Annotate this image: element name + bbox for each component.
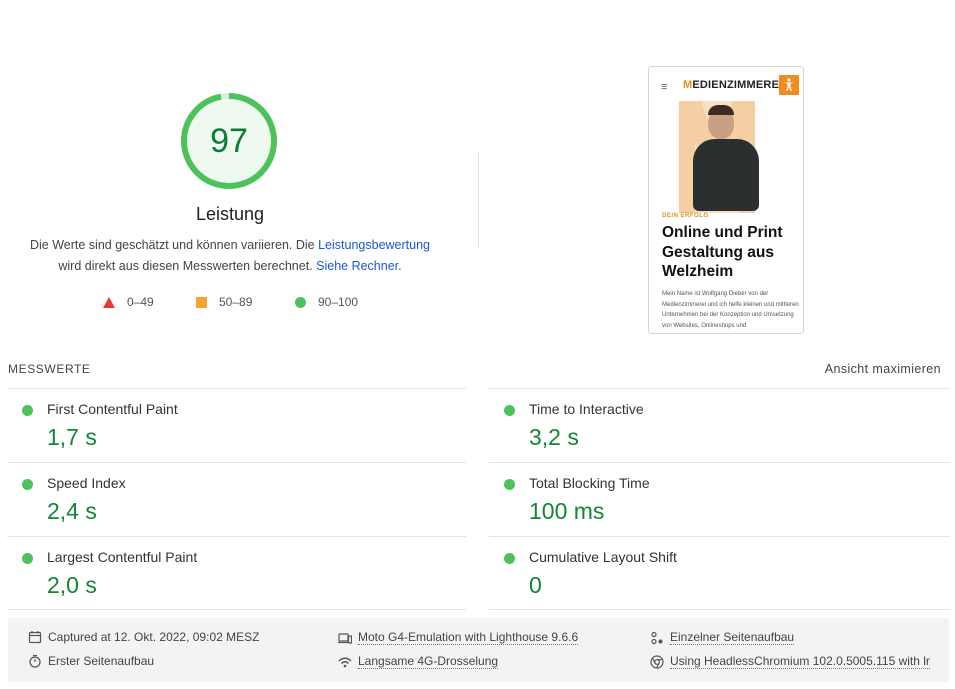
single-load-text: Einzelner Seitenaufbau [670, 630, 795, 645]
throttling-text: Langsame 4G-Drosselung [358, 654, 499, 669]
chrome-icon [650, 654, 664, 669]
metric-value: 100 ms [529, 498, 605, 524]
legend-average: 50–89 [196, 295, 252, 309]
timer-icon [29, 654, 41, 668]
divider [478, 152, 479, 248]
metric-title: Speed Index [47, 475, 126, 491]
footer-first-load: Erster Seitenaufbau [28, 654, 154, 668]
metric-value: 2,0 s [47, 572, 97, 598]
footer-throttling[interactable]: Langsame 4G-Drosselung [338, 654, 499, 669]
legend-pass-label: 90–100 [318, 295, 359, 309]
load-icon [651, 631, 663, 644]
device-text: Moto G4-Emulation with Lighthouse 9.6.6 [358, 630, 579, 645]
metric-first-contentful-paint: First Contentful Paint 1,7 s [7, 388, 466, 462]
legend-fail-label: 0–49 [127, 295, 154, 309]
accessibility-icon [779, 75, 799, 95]
square-icon [196, 296, 207, 308]
pass-circle-icon [504, 479, 515, 490]
devices-icon [338, 632, 352, 644]
metric-value: 3,2 s [529, 424, 579, 450]
performance-gauge: 97 [180, 92, 278, 190]
pass-circle-icon [22, 479, 33, 490]
thumb-brand-logo: MEDIENZIMMEREI [683, 79, 783, 91]
performance-title: Leistung [195, 204, 265, 224]
captured-text: Captured at 12. Okt. 2022, 09:02 MESZ [48, 630, 260, 644]
menu-icon: ≡ [661, 81, 668, 93]
metric-value: 2,4 s [47, 498, 97, 524]
thumb-header: ≡ MEDIENZIMMEREI [649, 67, 803, 105]
thumb-kicker: DEIN ERFOLG [662, 213, 709, 219]
link-leistungsbewertung[interactable]: Leistungsbewertung [318, 238, 430, 252]
metrics-grid: First Contentful Paint 1,7 s Speed Index… [7, 388, 950, 610]
metric-value: 0 [529, 572, 542, 598]
metric-title: First Contentful Paint [47, 401, 178, 417]
performance-score: 97 [210, 122, 248, 160]
final-screenshot-thumbnail[interactable]: ≡ MEDIENZIMMEREI DEIN ERFOLG Online und … [648, 66, 804, 334]
metrics-column-left: First Contentful Paint 1,7 s Speed Index… [7, 388, 466, 610]
footer-browser[interactable]: Using HeadlessChromium 102.0.5005.115 wi… [650, 654, 930, 669]
metric-cumulative-layout-shift: Cumulative Layout Shift 0 [489, 536, 950, 610]
performance-summary: 97 Leistung Die Werte sind geschätzt und… [0, 0, 955, 350]
metric-title: Total Blocking Time [529, 475, 650, 491]
thumb-person-hair [708, 105, 734, 115]
triangle-icon [103, 296, 115, 308]
metric-title: Time to Interactive [529, 401, 644, 417]
metric-title: Cumulative Layout Shift [529, 549, 677, 565]
metric-speed-index: Speed Index 2,4 s [7, 462, 466, 536]
footer-captured: Captured at 12. Okt. 2022, 09:02 MESZ [28, 630, 259, 644]
legend-fail: 0–49 [103, 295, 154, 309]
legend-pass: 90–100 [295, 295, 358, 309]
pass-circle-icon [22, 405, 33, 416]
desc-end: . [398, 259, 402, 273]
thumb-person [693, 139, 759, 211]
metric-total-blocking-time: Total Blocking Time 100 ms [489, 462, 950, 536]
pass-circle-icon [504, 405, 515, 416]
legend-average-label: 50–89 [219, 295, 253, 309]
performance-description: Die Werte sind geschätzt und können vari… [20, 235, 440, 277]
pass-circle-icon [22, 553, 33, 564]
metric-title: Largest Contentful Paint [47, 549, 198, 565]
runtime-settings: Captured at 12. Okt. 2022, 09:02 MESZ Er… [8, 618, 949, 682]
browser-text: Using HeadlessChromium 102.0.5005.115 wi… [670, 654, 930, 669]
metric-value: 1,7 s [47, 424, 97, 450]
first-load-text: Erster Seitenaufbau [48, 654, 155, 668]
desc-text-2: wird direkt aus diesen Messwerten berech… [58, 259, 317, 273]
thumb-body-text: Mein Name ist Wolfgang Dieber von der Me… [662, 291, 799, 329]
metric-time-to-interactive: Time to Interactive 3,2 s [489, 388, 950, 462]
metric-largest-contentful-paint: Largest Contentful Paint 2,0 s [7, 536, 466, 610]
footer-single-load[interactable]: Einzelner Seitenaufbau [650, 630, 795, 645]
metrics-column-right: Time to Interactive 3,2 s Total Blocking… [489, 388, 950, 610]
footer-device[interactable]: Moto G4-Emulation with Lighthouse 9.6.6 [338, 630, 579, 645]
expand-view-toggle[interactable]: Ansicht maximieren [825, 362, 941, 376]
pass-circle-icon [504, 553, 515, 564]
wifi-icon [338, 657, 352, 667]
thumb-headline: Online und Print Gestaltung aus Welzheim [662, 224, 783, 280]
circle-icon [295, 296, 306, 308]
desc-text-1: Die Werte sind geschätzt und können vari… [29, 238, 319, 252]
calendar-icon [28, 631, 42, 644]
metrics-header: MESSWERTE [8, 362, 91, 376]
link-siehe-rechner[interactable]: Siehe Rechner [316, 259, 398, 273]
